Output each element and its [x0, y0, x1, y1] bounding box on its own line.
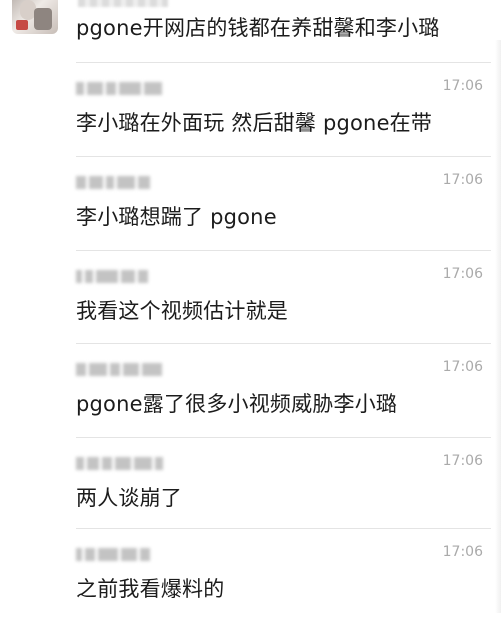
blurred-sender-name [76, 176, 153, 189]
message-item[interactable]: 17:06 之前我看爆料的 [0, 528, 501, 622]
message-item[interactable]: 17:06 李小璐想踹了 pgone [0, 156, 501, 250]
message-text: pgone开网店的钱都在养甜馨和李小璐 [76, 16, 440, 40]
message-item[interactable]: 17:06 两人谈崩了 [0, 437, 501, 531]
message-time: 17:06 [442, 359, 483, 375]
message-time: 17:06 [442, 266, 483, 282]
blurred-sender-name [76, 270, 151, 283]
message-time: 17:06 [442, 78, 483, 94]
message-text: 李小璐在外面玩 然后甜馨 pgone在带 [76, 111, 433, 135]
message-text: 我看这个视频估计就是 [76, 299, 288, 323]
avatar[interactable] [12, 0, 58, 34]
top-message[interactable]: pgone开网店的钱都在养甜馨和李小璐 [0, 0, 501, 48]
message-item[interactable]: 17:06 我看这个视频估计就是 [0, 250, 501, 344]
blurred-sender-name [76, 363, 165, 376]
message-divider [76, 343, 491, 344]
message-divider [76, 528, 491, 529]
message-item[interactable]: 17:06 pgone露了很多小视频威胁李小璐 [0, 343, 501, 437]
blurred-sender-name [76, 82, 165, 95]
message-text: pgone露了很多小视频威胁李小璐 [76, 392, 398, 416]
message-text: 之前我看爆料的 [76, 577, 225, 601]
blurred-sender-name [76, 457, 166, 470]
message-time: 17:06 [442, 544, 483, 560]
avatar-figure [16, 20, 28, 30]
message-text: 两人谈崩了 [76, 486, 182, 510]
message-time: 17:06 [442, 172, 483, 188]
blurred-sender-name [76, 548, 153, 561]
message-divider [76, 250, 491, 251]
blurred-sender-name [78, 0, 168, 7]
message-divider [76, 62, 491, 63]
message-divider [76, 437, 491, 438]
message-divider [76, 156, 491, 157]
message-item[interactable]: 17:06 李小璐在外面玩 然后甜馨 pgone在带 [0, 62, 501, 156]
avatar-figure [34, 8, 52, 30]
message-time: 17:06 [442, 453, 483, 469]
message-text: 李小璐想踹了 pgone [76, 205, 277, 229]
